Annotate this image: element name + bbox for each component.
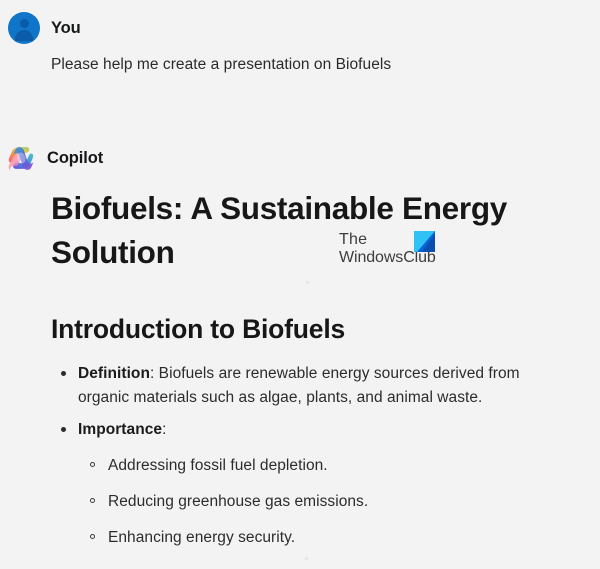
user-message-text: Please help me create a presentation on … xyxy=(51,56,392,73)
answer-section-heading: Introduction to Biofuels xyxy=(51,314,346,344)
list-item: Enhancing energy security. xyxy=(90,527,571,549)
sub-bullet-text: Enhancing energy security. xyxy=(108,528,296,546)
list-item: Importance: Addressing fossil fuel deple… xyxy=(61,418,571,549)
sub-bullet-text: Addressing fossil fuel depletion. xyxy=(108,456,328,474)
bullet-marker-icon xyxy=(61,426,66,432)
assistant-answer-body: Biofuels: A Sustainable Energy Solution … xyxy=(51,186,571,563)
copilot-logo-icon xyxy=(6,143,36,173)
bullet-label: Definition xyxy=(78,365,150,382)
bullet-marker-icon xyxy=(61,370,66,376)
avatar-head-shape xyxy=(19,19,29,28)
assistant-message-header: Copilot xyxy=(6,143,103,173)
bullet-label: Importance xyxy=(78,421,163,438)
user-message-header: You xyxy=(8,12,81,44)
sub-bullet-marker-icon xyxy=(90,461,95,467)
list-item: Definition: Biofuels are renewable energ… xyxy=(61,362,571,409)
answer-title: Biofuels: A Sustainable Energy Solution xyxy=(51,190,508,270)
render-artifact xyxy=(305,557,308,560)
bullet-separator: : xyxy=(162,421,167,438)
assistant-sender-label: Copilot xyxy=(47,148,104,167)
sub-bullet-marker-icon xyxy=(90,533,95,539)
sub-bullet-text: Reducing greenhouse gas emissions. xyxy=(108,492,369,510)
answer-sub-bullet-list: Addressing fossil fuel depletion. Reduci… xyxy=(78,455,571,549)
avatar-body-shape xyxy=(15,30,33,41)
sub-bullet-marker-icon xyxy=(90,497,95,503)
user-sender-label: You xyxy=(51,18,81,37)
answer-bullet-list: Definition: Biofuels are renewable energ… xyxy=(51,362,571,549)
chat-conversation: You Please help me create a presentation… xyxy=(0,0,600,569)
render-artifact xyxy=(306,281,309,284)
person-avatar-icon xyxy=(8,12,40,44)
list-item: Addressing fossil fuel depletion. xyxy=(90,455,571,477)
list-item: Reducing greenhouse gas emissions. xyxy=(90,491,571,513)
